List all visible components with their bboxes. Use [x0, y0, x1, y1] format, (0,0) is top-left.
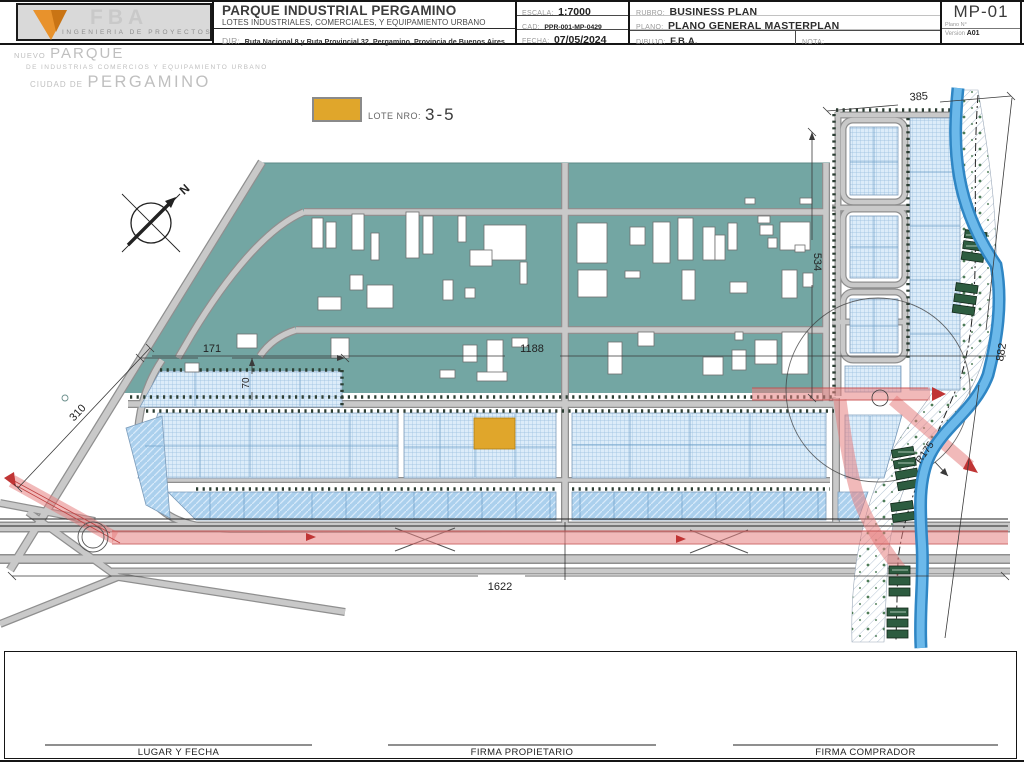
scale-panel: ESCALA: 1:7000 CAD: PPR-001-MP-0429 FECH… [515, 2, 628, 43]
wm-ciudad-de: CIUDAD DE [30, 80, 83, 89]
sheet-code: MP-01 [942, 2, 1020, 22]
fecha-row: FECHA: 07/05/2024 [517, 30, 628, 43]
cad-row: CAD: PPR-001-MP-0429 [517, 16, 628, 30]
signature-caption: LUGAR Y FECHA [45, 747, 312, 758]
plano-row: PLANO: PLANO GENERAL MASTERPLAN [630, 16, 940, 30]
masterplan-sheet: 171 70 1188 385 534 882 310 1622 R175 N … [0, 0, 1024, 768]
legend-label: LOTE NRO: [368, 111, 421, 122]
dir-label: DIR: [222, 36, 240, 46]
dir-value: Ruta Nacional 8 y Ruta Provincial 32, Pe… [245, 37, 505, 46]
signature-box [4, 651, 1017, 759]
drawing-info-panel: RUBRO: BUSINESS PLAN PLANO: PLANO GENERA… [628, 2, 940, 43]
wm-nuevo: NUEVO [14, 51, 46, 60]
dim-1622: 1622 [488, 581, 512, 593]
dim-310: 310 [67, 402, 88, 424]
fecha-value: 07/05/2024 [554, 34, 607, 46]
dim-1188: 1188 [520, 343, 544, 355]
project-title-panel: PARQUE INDUSTRIAL PERGAMINO LOTES INDUST… [212, 2, 515, 43]
signature-line [388, 744, 656, 746]
logo-tagline: INGENIERIA DE PROYECTOS [62, 29, 212, 36]
signature-field-propietario: FIRMA PROPIETARIO [388, 744, 656, 758]
dim-171: 171 [203, 343, 221, 355]
project-subtitle: LOTES INDUSTRIALES, COMERCIALES, Y EQUIP… [214, 18, 515, 28]
wm-parque: PARQUE [50, 45, 124, 62]
sheet-version-row: Version A01 [942, 28, 1020, 37]
logo-panel: FBA INGENIERIA DE PROYECTOS [16, 3, 212, 41]
dim-385: 385 [909, 90, 928, 103]
sheet-number-panel: MP-01 Plano N° Version A01 [940, 2, 1022, 43]
project-watermark: NUEVO PARQUE DE INDUSTRIAS COMERCIOS Y E… [14, 46, 268, 91]
version-label: Version [945, 31, 965, 37]
dibujo-row: DIBUJO: F.B.A. NOTA: [630, 30, 940, 44]
project-title: PARQUE INDUSTRIAL PERGAMINO [214, 2, 515, 18]
sheet-bottom-border [0, 760, 1024, 762]
title-block: FBA INGENIERIA DE PROYECTOS PARQUE INDUS… [0, 0, 1024, 45]
signature-field-lugar-fecha: LUGAR Y FECHA [45, 744, 312, 758]
highlighted-lot-3-5 [474, 418, 515, 449]
signature-field-comprador: FIRMA COMPRADOR [733, 744, 998, 758]
signature-line [45, 744, 312, 746]
rubro-row: RUBRO: BUSINESS PLAN [630, 2, 940, 16]
fecha-label: FECHA: [522, 38, 549, 45]
signature-caption: FIRMA PROPIETARIO [388, 747, 656, 758]
address-row: DIR: Ruta Nacional 8 y Ruta Provincial 3… [214, 28, 515, 49]
nota-cell: NOTA: [795, 31, 824, 44]
signature-line [733, 744, 998, 746]
wm-pergamino: PERGAMINO [87, 73, 210, 91]
dim-70: 70 [241, 377, 252, 389]
fba-logo-icon [30, 8, 70, 42]
dim-882: 882 [994, 342, 1009, 362]
legend-lot-number: 3-5 [425, 107, 456, 122]
dibujo-label: DIBUJO: [636, 39, 666, 46]
dim-534: 534 [811, 253, 823, 271]
logo-brand: FBA [90, 6, 148, 30]
version-value: A01 [967, 30, 980, 37]
nota-label: NOTA: [802, 39, 824, 46]
lot-legend: LOTE NRO: 3-5 [312, 97, 456, 122]
wm-line2: DE INDUSTRIAS COMERCIOS Y EQUIPAMIENTO U… [26, 65, 268, 72]
signature-caption: FIRMA COMPRADOR [733, 747, 998, 758]
dibujo-value: F.B.A. [670, 36, 698, 47]
escala-row: ESCALA: 1:7000 [517, 2, 628, 16]
north-compass: N [122, 181, 192, 252]
lot-color-swatch [312, 97, 362, 122]
